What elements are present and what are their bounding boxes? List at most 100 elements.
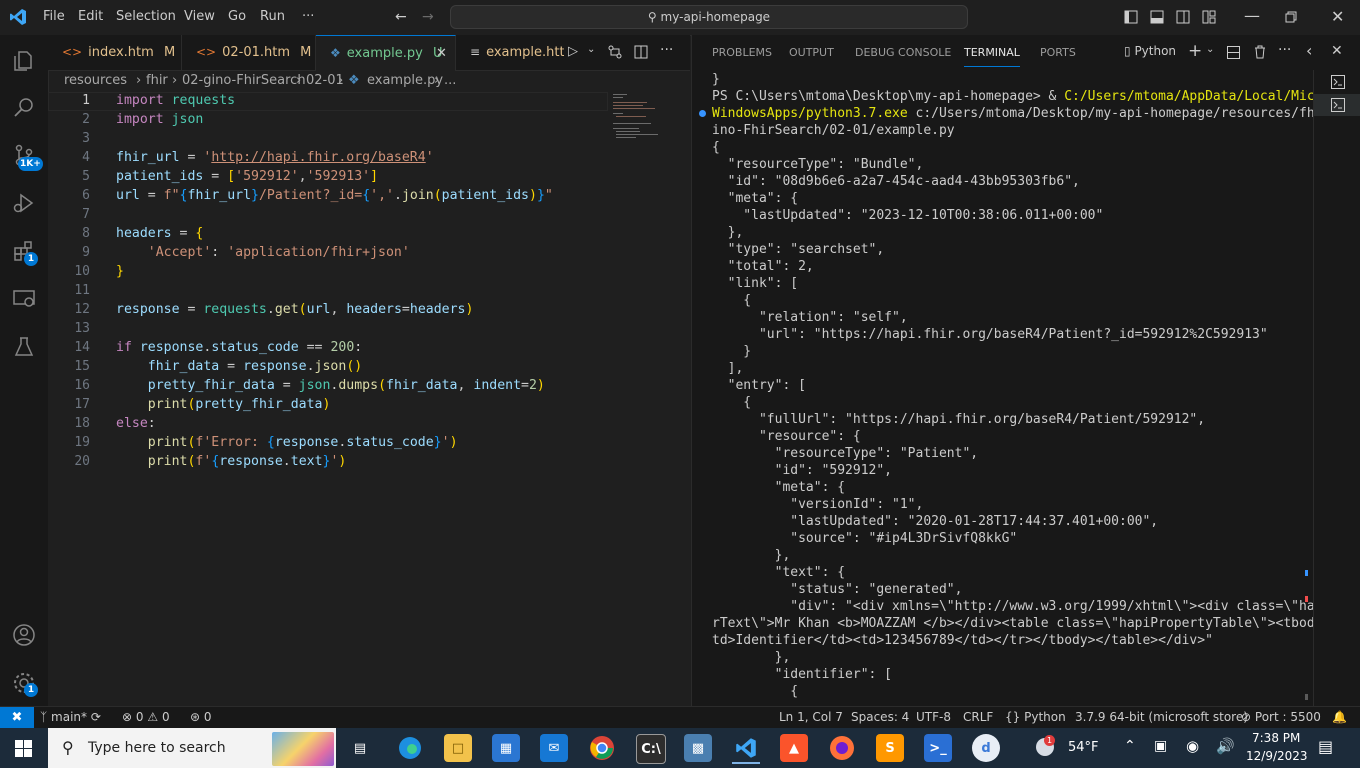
customize-layout-icon[interactable] xyxy=(1202,10,1216,24)
search-sidebar-icon[interactable] xyxy=(10,93,38,121)
minimap[interactable] xyxy=(613,92,679,142)
chrome-icon[interactable] xyxy=(588,734,616,762)
split-editor-icon[interactable] xyxy=(634,45,648,59)
command-argument: c:/Users/mtoma/Desktop/my-api-homepage/r… xyxy=(915,106,1314,121)
menu-view[interactable]: View xyxy=(184,9,215,24)
end-of-line[interactable]: CRLF xyxy=(963,710,993,724)
breadcrumb-item[interactable]: example.py xyxy=(367,70,443,92)
control-panel-icon[interactable]: ▩ xyxy=(684,734,712,762)
more-actions-icon[interactable]: ··· xyxy=(660,42,673,58)
tab-problems[interactable]: PROBLEMS xyxy=(712,35,772,70)
restore-icon[interactable] xyxy=(1285,11,1297,23)
breadcrumb-item[interactable]: fhir xyxy=(146,70,168,92)
menu-selection[interactable]: Selection xyxy=(116,9,176,24)
toggle-panel-icon[interactable] xyxy=(1150,10,1164,24)
manage-gear-icon[interactable]: 1 xyxy=(10,669,38,697)
terminal-output[interactable]: } PS C:\Users\mtoma\Desktop\my-api-homep… xyxy=(691,70,1314,706)
chevron-left-icon[interactable]: ‹ xyxy=(1306,41,1312,60)
menu-edit[interactable]: Edit xyxy=(78,9,103,24)
explorer-icon[interactable] xyxy=(10,47,38,75)
problems-indicator[interactable]: ⊗ 0 ⚠ 0 xyxy=(122,710,170,724)
tab-ports[interactable]: PORTS xyxy=(1040,35,1076,70)
menu-run[interactable]: Run xyxy=(260,9,285,24)
minimize-icon[interactable]: — xyxy=(1244,6,1260,25)
breadcrumb-item[interactable]: ... xyxy=(444,70,456,92)
microsoft-store-icon[interactable]: ▦ xyxy=(492,734,520,762)
close-panel-icon[interactable]: ✕ xyxy=(1331,43,1343,59)
weather-widget[interactable]: 1 54°F xyxy=(1034,735,1104,760)
new-terminal-plus-icon[interactable]: + xyxy=(1188,41,1202,61)
tab-index-htm[interactable]: <> index.htm M xyxy=(48,35,182,70)
network-icon[interactable]: ◉ xyxy=(1186,737,1199,755)
command-prompt-icon[interactable]: C:\ xyxy=(636,734,666,764)
menu-go[interactable]: Go xyxy=(228,9,246,24)
tab-terminal[interactable]: TERMINAL xyxy=(964,38,1020,67)
command-center[interactable]: ⚲ my-api-homepage xyxy=(450,5,968,29)
mail-icon[interactable]: ✉ xyxy=(540,734,568,762)
vscode-taskbar-icon[interactable] xyxy=(732,734,760,764)
toggle-primary-sidebar-icon[interactable] xyxy=(1124,10,1138,24)
show-hidden-icons-chevron-icon[interactable]: ⌃ xyxy=(1124,738,1136,754)
terminal-instance-icon[interactable] xyxy=(1331,75,1345,89)
breadcrumb-item[interactable]: resources xyxy=(64,70,127,92)
source-control-icon[interactable]: 1K+ xyxy=(10,141,43,171)
chevron-down-icon[interactable]: ⌄ xyxy=(1206,44,1214,55)
tab-example-http[interactable]: ≡ example.http xyxy=(456,35,564,70)
tab-02-01-htm[interactable]: <> 02-01.htm M xyxy=(182,35,316,70)
meet-now-icon[interactable]: ▣ xyxy=(1154,738,1167,754)
sublime-text-icon[interactable]: S xyxy=(876,734,904,762)
file-explorer-icon[interactable]: □ xyxy=(444,734,472,762)
cursor-position[interactable]: Ln 1, Col 7 xyxy=(779,710,843,724)
testing-icon[interactable] xyxy=(10,333,38,361)
windows-start-icon[interactable] xyxy=(15,740,32,757)
powershell-icon[interactable]: >_ xyxy=(924,734,952,762)
ports-forward-indicator[interactable]: ⊛ 0 xyxy=(190,710,212,724)
encoding[interactable]: UTF-8 xyxy=(916,710,951,724)
notification-center-icon[interactable]: ▤ xyxy=(1318,737,1333,756)
open-changes-icon[interactable] xyxy=(608,45,622,59)
code-editor[interactable]: 1 import requests 2 import json 3 4 fhir_ur… xyxy=(48,92,690,706)
terminal-instance-active[interactable] xyxy=(1314,94,1360,116)
run-file-icon[interactable]: ▷ xyxy=(568,44,578,59)
clock-date[interactable]: 12/9/2023 xyxy=(1246,749,1308,763)
sync-icon[interactable]: ⟳ xyxy=(91,710,101,724)
extensions-icon[interactable]: 1 xyxy=(10,237,38,266)
tab-output[interactable]: OUTPUT xyxy=(789,35,834,70)
edge-browser-icon[interactable] xyxy=(396,734,424,762)
tab-status: M xyxy=(300,45,312,60)
indentation[interactable]: Spaces: 4 xyxy=(851,710,909,724)
run-dropdown-chevron-icon[interactable]: ⌄ xyxy=(587,44,595,55)
terminal-profile[interactable]: ▯ Python xyxy=(1124,44,1176,58)
brave-browser-icon[interactable]: ▲ xyxy=(780,734,808,762)
task-view-icon[interactable]: ▤ xyxy=(346,734,374,762)
close-window-icon[interactable]: ✕ xyxy=(1331,7,1344,26)
run-debug-icon[interactable] xyxy=(10,189,38,217)
language-mode[interactable]: {} Python xyxy=(1005,710,1066,724)
breadcrumb-item[interactable]: 02-gino-FhirSearch xyxy=(182,70,306,92)
taskbar-search[interactable]: ⚲ Type here to search xyxy=(48,728,336,768)
tab-example-py[interactable]: ❖ example.py U ✕ xyxy=(316,35,456,71)
accounts-icon[interactable] xyxy=(10,621,38,649)
close-tab-icon[interactable]: ✕ xyxy=(436,36,447,71)
branch-indicator[interactable]: ᛉ main* ⟳ xyxy=(40,710,101,724)
menu-more[interactable]: ··· xyxy=(302,9,314,24)
firefox-icon[interactable] xyxy=(828,734,856,762)
back-arrow-icon[interactable]: ← xyxy=(395,9,407,25)
menu-file[interactable]: File xyxy=(43,9,65,24)
terminal-scrollbar[interactable] xyxy=(1305,570,1308,700)
d-app-icon[interactable]: d xyxy=(972,734,1000,762)
forward-arrow-icon[interactable]: → xyxy=(422,9,434,25)
trash-icon[interactable] xyxy=(1254,45,1266,59)
python-interpreter[interactable]: 3.7.9 64-bit (microsoft store) xyxy=(1075,710,1248,724)
notifications-bell-icon[interactable]: 🔔 xyxy=(1332,710,1347,724)
live-server-port[interactable]: ⊘ Port : 5500 xyxy=(1241,710,1321,724)
toggle-secondary-sidebar-icon[interactable] xyxy=(1176,10,1190,24)
tab-debug-console[interactable]: DEBUG CONSOLE xyxy=(855,35,951,70)
split-terminal-icon[interactable] xyxy=(1227,46,1240,59)
clock-time[interactable]: 7:38 PM xyxy=(1252,731,1300,745)
volume-icon[interactable]: 🔊 xyxy=(1216,737,1235,755)
remote-explorer-icon[interactable] xyxy=(10,285,38,313)
remote-indicator-icon[interactable]: ✖ xyxy=(0,707,34,729)
more-actions-icon[interactable]: ··· xyxy=(1278,42,1291,58)
command-decoration-icon[interactable] xyxy=(699,110,706,117)
